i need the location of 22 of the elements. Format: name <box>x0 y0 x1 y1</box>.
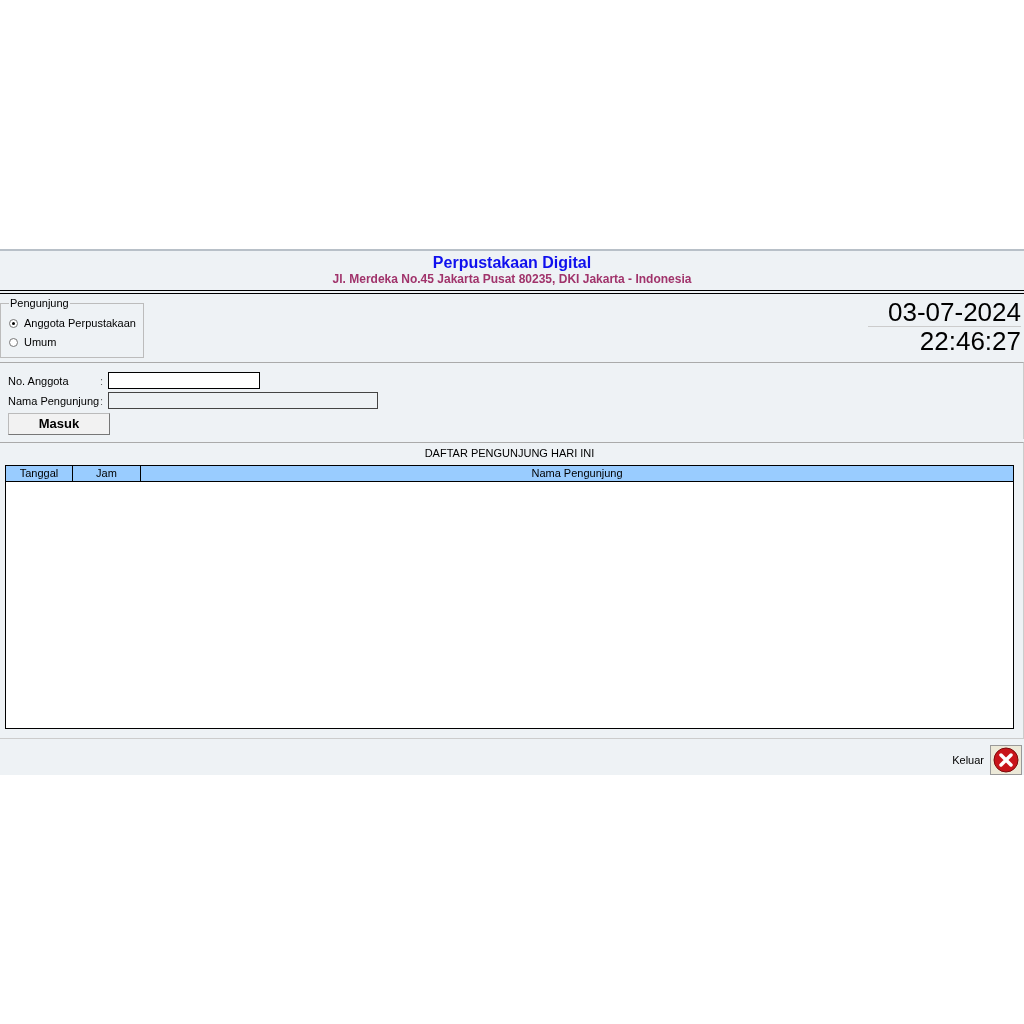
radio-label: Anggota Perpustakaan <box>24 316 136 332</box>
column-header[interactable]: Jam <box>73 465 141 481</box>
login-button[interactable]: Masuk <box>8 412 110 435</box>
close-icon <box>993 747 1019 773</box>
date-display: 03-07-2024 <box>868 298 1021 327</box>
exit-button[interactable] <box>990 745 1022 775</box>
colon-text: : <box>100 373 105 389</box>
address-text: Jl. Merdeka No.45 Jakarta Pusat 80235, DKI Jakarta - Indonesia <box>331 272 693 287</box>
table-title: DAFTAR PENGUNJUNG HARI INI <box>423 446 596 460</box>
exit-label: Keluar <box>952 752 984 768</box>
radio-label: Umum <box>24 335 57 351</box>
field-label: Nama Pengunjung <box>8 393 100 409</box>
radio-button[interactable] <box>9 338 18 347</box>
time-display: 22:46:27 <box>918 327 1021 355</box>
radio-button[interactable] <box>9 319 18 328</box>
field-label: No. Anggota <box>8 373 70 389</box>
group-legend: Pengunjung <box>9 297 70 309</box>
column-header[interactable]: Tanggal <box>6 465 73 481</box>
app-title: Perpustakaan Digital <box>431 253 593 272</box>
column-header[interactable]: Nama Pengunjung <box>141 465 1013 481</box>
colon-text: : <box>100 393 105 409</box>
input-field[interactable] <box>108 372 260 390</box>
